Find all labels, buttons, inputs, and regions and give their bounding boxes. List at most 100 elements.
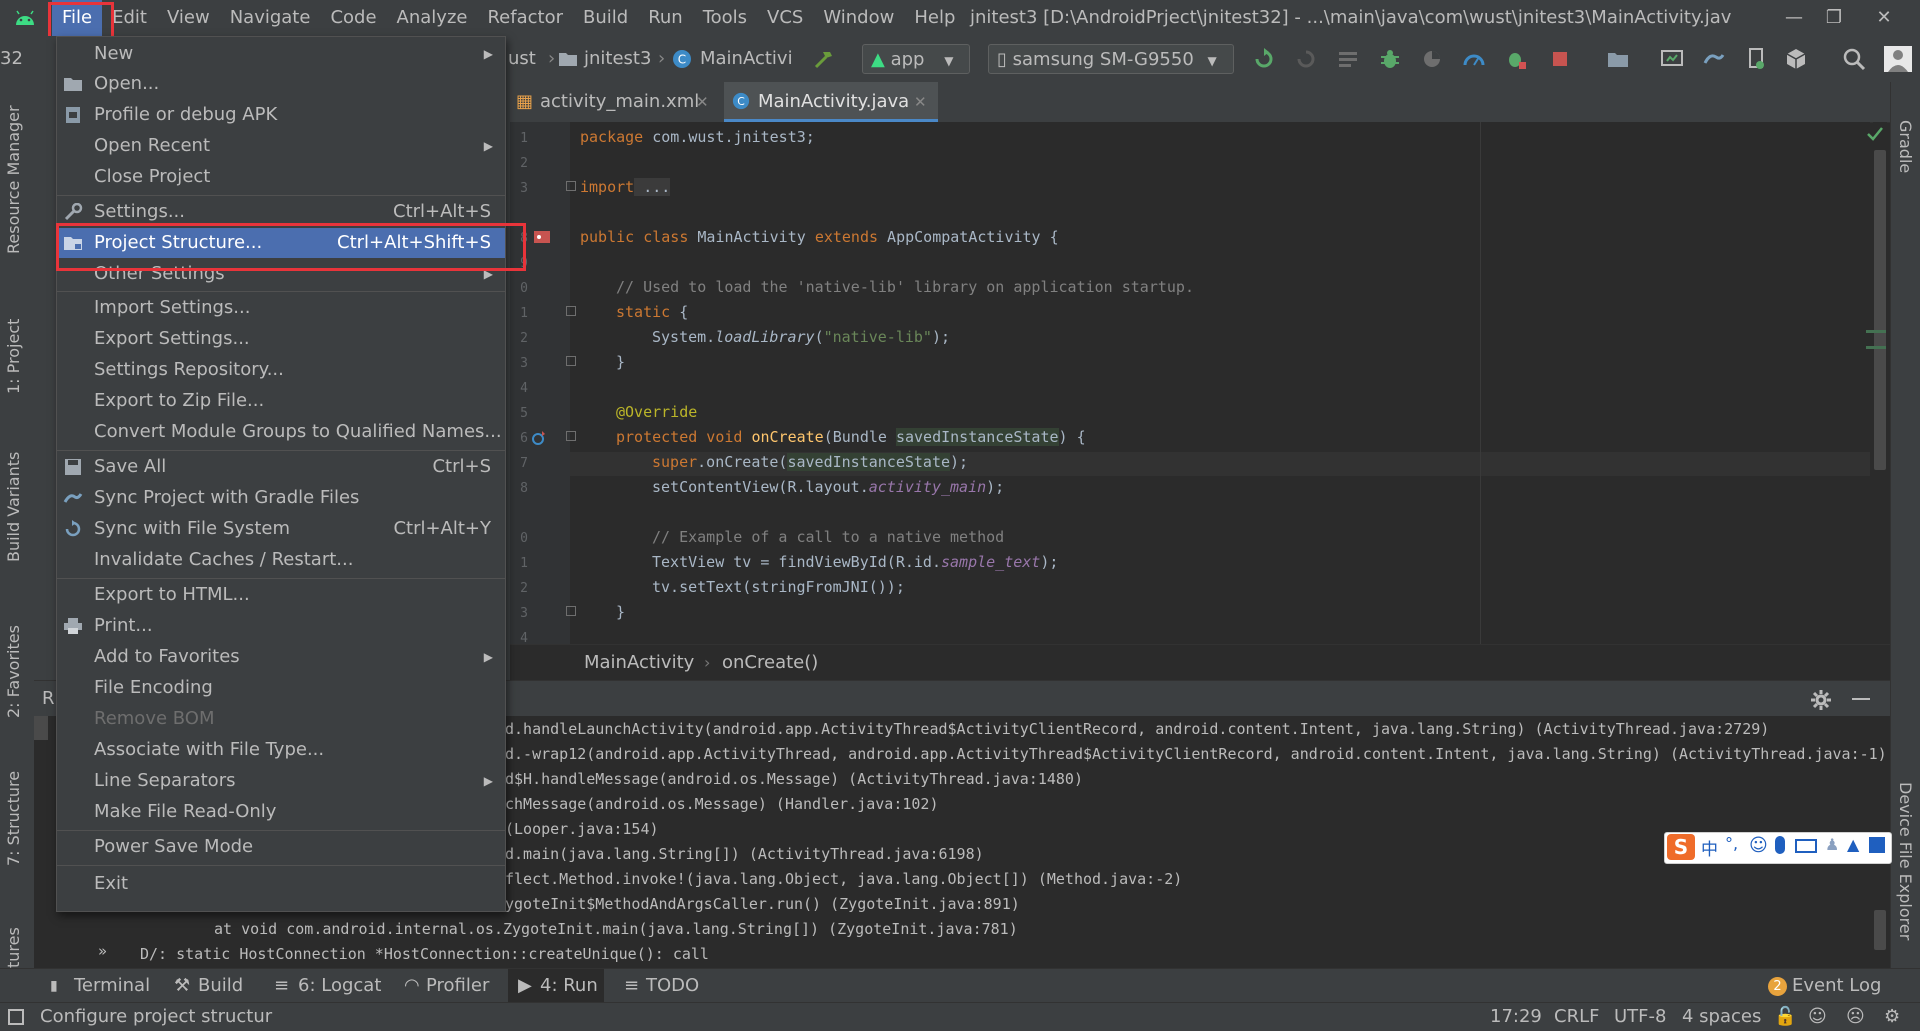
close-window-icon[interactable]: ✕: [1872, 6, 1896, 30]
caret-position[interactable]: 17:29: [1490, 1003, 1542, 1031]
breadcrumb-ust[interactable]: ust: [508, 36, 536, 82]
apply-changes-restart-icon[interactable]: [1252, 47, 1276, 71]
tool-tab-run[interactable]: ▶ 4: Run: [508, 969, 604, 1003]
menu-item-add-to-favorites[interactable]: Add to Favorites ▶: [57, 642, 505, 672]
menu-item-power-save-mode[interactable]: Power Save Mode: [57, 832, 505, 862]
menu-item-profile-debug-apk[interactable]: Profile or debug APK: [57, 100, 505, 130]
ime-keyboard-icon[interactable]: [1795, 839, 1817, 853]
run-coverage-icon[interactable]: [1420, 47, 1444, 71]
ime-voice-icon[interactable]: [1775, 836, 1785, 854]
menu-item-close-project[interactable]: Close Project: [57, 162, 505, 192]
ime-user-icon[interactable]: ♟: [1825, 835, 1839, 854]
menu-item-sync-gradle[interactable]: Sync Project with Gradle Files: [57, 483, 505, 513]
hector-icon[interactable]: ☺: [1808, 1003, 1827, 1031]
menu-tools[interactable]: Tools: [693, 0, 757, 36]
stop-icon[interactable]: [1548, 47, 1572, 71]
menu-refactor[interactable]: Refactor: [477, 0, 573, 36]
notifications-icon[interactable]: ⚙: [1884, 1003, 1900, 1031]
hide-panel-icon[interactable]: [1852, 698, 1870, 700]
tool-tab-captures[interactable]: tures: [4, 927, 23, 968]
editor-scrollbar-thumb[interactable]: [1874, 150, 1886, 470]
fold-icon[interactable]: [566, 306, 576, 316]
run-tab-label[interactable]: R: [42, 681, 55, 717]
menu-item-line-separators[interactable]: Line Separators ▶: [57, 766, 505, 796]
menu-analyze[interactable]: Analyze: [387, 0, 478, 36]
ime-toolbox-icon[interactable]: [1869, 837, 1885, 853]
device-manager-icon[interactable]: [1744, 47, 1768, 71]
tool-tab-logcat[interactable]: ≡ 6: Logcat: [270, 969, 382, 1003]
console-scrollbar-thumb[interactable]: [1874, 910, 1886, 950]
menu-item-new[interactable]: New ▶: [57, 39, 505, 69]
tool-tab-structure[interactable]: 7: Structure: [4, 771, 23, 866]
layout-icon[interactable]: [1336, 47, 1360, 71]
menu-item-file-encoding[interactable]: File Encoding: [57, 673, 505, 703]
ime-toolbar[interactable]: S 中 °, ☺ ♟ ▲: [1664, 832, 1892, 864]
menu-help[interactable]: Help: [904, 0, 965, 36]
menu-build[interactable]: Build: [573, 0, 638, 36]
avd-manager-icon[interactable]: [1660, 47, 1684, 71]
implemented-method-icon[interactable]: [532, 228, 552, 246]
fold-icon[interactable]: [566, 606, 576, 616]
run-config-select[interactable]: ▲ app ▼: [862, 44, 970, 74]
event-log-button[interactable]: 2 Event Log: [1762, 969, 1882, 1003]
menu-item-convert-module-groups[interactable]: Convert Module Groups to Qualified Names…: [57, 417, 505, 447]
menu-item-settings-repository[interactable]: Settings Repository...: [57, 355, 505, 385]
menu-item-exit[interactable]: Exit: [57, 869, 505, 899]
minimize-icon[interactable]: —: [1782, 6, 1806, 30]
tab-mainactivity-java[interactable]: C MainActivity.java ✕: [724, 82, 938, 122]
menu-item-open[interactable]: Open...: [57, 69, 505, 99]
menu-window[interactable]: Window: [813, 0, 904, 36]
tool-tab-favorites[interactable]: 2: Favorites: [4, 625, 23, 718]
lock-icon[interactable]: 🔓: [1774, 1003, 1796, 1031]
ime-emoji-icon[interactable]: ☺: [1749, 835, 1768, 856]
restore-icon[interactable]: ❐: [1822, 6, 1846, 30]
menu-item-invalidate-caches[interactable]: Invalidate Caches / Restart...: [57, 545, 505, 575]
menu-item-open-recent[interactable]: Open Recent ▶: [57, 131, 505, 161]
search-icon[interactable]: [1842, 47, 1866, 71]
indent-setting[interactable]: 4 spaces: [1682, 1003, 1761, 1031]
fold-icon[interactable]: [566, 181, 576, 191]
apply-changes-icon[interactable]: [1294, 47, 1318, 71]
tool-tab-resource-manager[interactable]: Resource Manager: [4, 105, 23, 254]
breadcrumb-method-item[interactable]: onCreate(): [722, 645, 818, 681]
menu-item-export-zip[interactable]: Export to Zip File...: [57, 386, 505, 416]
close-tab-icon[interactable]: ✕: [914, 82, 927, 122]
attach-debugger-icon[interactable]: [1504, 47, 1528, 71]
menu-item-make-read-only[interactable]: Make File Read-Only: [57, 797, 505, 827]
sdk-manager-icon[interactable]: [1784, 47, 1808, 71]
gear-icon[interactable]: [1810, 689, 1832, 711]
override-method-icon[interactable]: [530, 430, 546, 446]
menu-item-import-settings[interactable]: Import Settings...: [57, 293, 505, 323]
expand-console-icon[interactable]: »: [98, 942, 107, 960]
toggle-tool-windows-icon[interactable]: [8, 1009, 24, 1025]
feedback-icon[interactable]: ☹: [1846, 1003, 1865, 1031]
menu-view[interactable]: View: [157, 0, 220, 36]
menu-item-save-all[interactable]: Save All Ctrl+S: [57, 452, 505, 482]
ime-punctuation-icon[interactable]: °,: [1725, 834, 1738, 853]
no-problems-check-icon[interactable]: [1866, 126, 1884, 142]
menu-item-print[interactable]: Print...: [57, 611, 505, 641]
fold-icon[interactable]: [566, 431, 576, 441]
tab-activity-main-xml[interactable]: ▦ activity_main.xml ✕: [510, 82, 720, 122]
tool-tab-profiler[interactable]: ◠ Profiler: [400, 969, 500, 1003]
breadcrumb-class-item[interactable]: MainActivity: [584, 645, 694, 681]
tool-tab-device-file-explorer[interactable]: Device File Explorer: [1896, 782, 1915, 940]
breadcrumb-project[interactable]: jnitest3: [584, 36, 651, 82]
tool-tab-todo[interactable]: ≡ TODO: [620, 969, 716, 1003]
tool-tab-gradle[interactable]: Gradle: [1896, 120, 1915, 173]
tool-tab-terminal[interactable]: ▮ Terminal: [46, 969, 150, 1003]
avatar-icon[interactable]: [1884, 46, 1912, 72]
tool-tab-build[interactable]: ⚒ Build: [170, 969, 250, 1003]
gradle-sync-icon[interactable]: [1702, 47, 1726, 71]
menu-vcs[interactable]: VCS: [757, 0, 813, 36]
menu-item-export-settings[interactable]: Export Settings...: [57, 324, 505, 354]
fold-icon[interactable]: [566, 356, 576, 366]
tool-tab-project[interactable]: 1: Project: [4, 319, 23, 394]
file-encoding[interactable]: UTF-8: [1614, 1003, 1666, 1031]
menu-run[interactable]: Run: [638, 0, 693, 36]
menu-item-associate-file-type[interactable]: Associate with File Type...: [57, 735, 505, 765]
close-tab-icon[interactable]: ✕: [696, 82, 709, 122]
menu-item-export-html[interactable]: Export to HTML...: [57, 580, 505, 610]
ime-skin-icon[interactable]: ▲: [1847, 835, 1859, 854]
breadcrumb-class[interactable]: MainActivi: [700, 36, 793, 82]
